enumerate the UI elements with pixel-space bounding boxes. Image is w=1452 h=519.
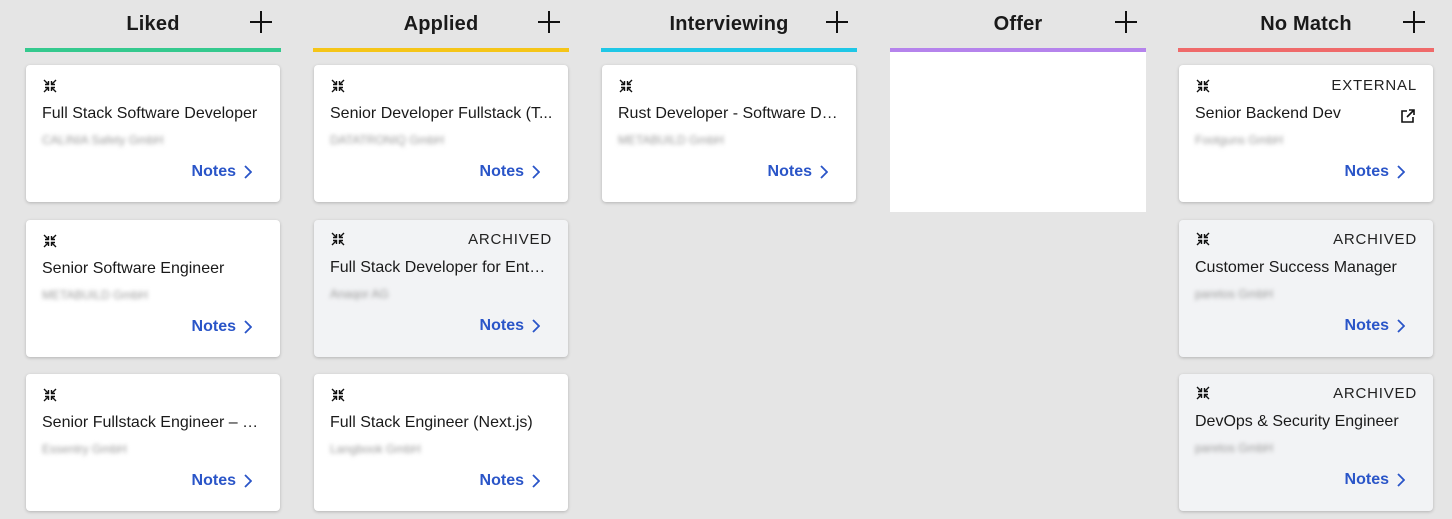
notes-label: Notes bbox=[479, 163, 524, 180]
notes-label: Notes bbox=[767, 163, 812, 180]
empty-drop-zone[interactable] bbox=[890, 52, 1146, 212]
add-card-plus-icon[interactable] bbox=[537, 10, 561, 34]
collapse-arrows-icon[interactable] bbox=[42, 387, 58, 403]
add-card-plus-icon[interactable] bbox=[825, 10, 849, 34]
column-title: Offer bbox=[993, 13, 1043, 35]
company-name: CALINIA Safety GmbH bbox=[42, 133, 164, 147]
column-title: Applied bbox=[403, 13, 479, 35]
add-card-plus-icon[interactable] bbox=[249, 10, 273, 34]
chevron-right-icon bbox=[1397, 473, 1405, 487]
notes-button[interactable]: Notes bbox=[192, 163, 252, 181]
column-offer: Offer bbox=[890, 0, 1146, 519]
job-title: Full Stack Developer for Enter... bbox=[330, 259, 554, 276]
chevron-right-icon bbox=[244, 320, 252, 334]
job-card[interactable]: Full Stack Software Developer CALINIA Sa… bbox=[26, 65, 280, 202]
job-card[interactable]: Senior Fullstack Engineer – N... Essentr… bbox=[26, 374, 280, 511]
collapse-arrows-icon[interactable] bbox=[1195, 385, 1211, 401]
status-tag: ARCHIVED bbox=[1333, 231, 1417, 248]
collapse-arrows-icon[interactable] bbox=[42, 233, 58, 249]
job-card-external[interactable]: EXTERNAL Senior Backend Dev Footguns Gmb… bbox=[1179, 65, 1433, 202]
notes-button[interactable]: Notes bbox=[480, 163, 540, 181]
column-header: No Match bbox=[1178, 0, 1434, 52]
add-card-plus-icon[interactable] bbox=[1114, 10, 1138, 34]
chevron-right-icon bbox=[244, 165, 252, 179]
notes-button[interactable]: Notes bbox=[480, 317, 540, 335]
company-name: Langbook GmbH bbox=[330, 442, 421, 456]
notes-button[interactable]: Notes bbox=[768, 163, 828, 181]
job-title: Senior Backend Dev bbox=[1195, 105, 1341, 122]
column-title: No Match bbox=[1260, 13, 1352, 35]
job-title: Rust Developer - Software De... bbox=[618, 105, 842, 122]
collapse-arrows-icon[interactable] bbox=[618, 78, 634, 94]
collapse-arrows-icon[interactable] bbox=[42, 78, 58, 94]
notes-label: Notes bbox=[1344, 471, 1389, 488]
company-name: paretos GmbH bbox=[1195, 441, 1274, 455]
job-card[interactable]: Rust Developer - Software De... METABUIL… bbox=[602, 65, 856, 202]
job-card[interactable]: Full Stack Engineer (Next.js) Langbook G… bbox=[314, 374, 568, 511]
notes-label: Notes bbox=[191, 163, 236, 180]
company-name: Footguns GmbH bbox=[1195, 133, 1284, 147]
collapse-arrows-icon[interactable] bbox=[1195, 231, 1211, 247]
status-tag: ARCHIVED bbox=[1333, 385, 1417, 402]
company-name: Essentry GmbH bbox=[42, 442, 127, 456]
company-name: paretos GmbH bbox=[1195, 287, 1274, 301]
chevron-right-icon bbox=[820, 165, 828, 179]
chevron-right-icon bbox=[532, 319, 540, 333]
chevron-right-icon bbox=[532, 474, 540, 488]
job-title: Senior Developer Fullstack (T... bbox=[330, 105, 553, 122]
status-tag: EXTERNAL bbox=[1331, 77, 1417, 94]
job-card[interactable]: Senior Developer Fullstack (T... DATATRO… bbox=[314, 65, 568, 202]
job-title: Senior Fullstack Engineer – N... bbox=[42, 414, 266, 431]
column-title: Interviewing bbox=[669, 13, 789, 35]
notes-button[interactable]: Notes bbox=[192, 472, 252, 490]
column-no-match: No Match EXTERNAL Senior Backend Dev Foo… bbox=[1178, 0, 1434, 519]
column-interviewing: Interviewing Rust Developer - Software D… bbox=[601, 0, 857, 519]
notes-button[interactable]: Notes bbox=[1345, 471, 1405, 489]
column-header: Liked bbox=[25, 0, 281, 52]
column-header: Applied bbox=[313, 0, 569, 52]
kanban-board: Liked Full Stack Software Developer CALI… bbox=[0, 0, 1452, 519]
job-card[interactable]: Senior Software Engineer METABUILD GmbH … bbox=[26, 220, 280, 357]
chevron-right-icon bbox=[1397, 165, 1405, 179]
company-name: DATATRONIQ GmbH bbox=[330, 133, 444, 147]
notes-label: Notes bbox=[191, 318, 236, 335]
external-link-icon[interactable] bbox=[1399, 107, 1417, 125]
collapse-arrows-icon[interactable] bbox=[330, 78, 346, 94]
job-card-archived[interactable]: ARCHIVED Customer Success Manager pareto… bbox=[1179, 220, 1433, 357]
chevron-right-icon bbox=[1397, 319, 1405, 333]
status-tag: ARCHIVED bbox=[468, 231, 552, 248]
notes-button[interactable]: Notes bbox=[1345, 317, 1405, 335]
add-card-plus-icon[interactable] bbox=[1402, 10, 1426, 34]
collapse-arrows-icon[interactable] bbox=[330, 387, 346, 403]
notes-button[interactable]: Notes bbox=[480, 472, 540, 490]
chevron-right-icon bbox=[244, 474, 252, 488]
job-card-archived[interactable]: ARCHIVED DevOps & Security Engineer pare… bbox=[1179, 374, 1433, 511]
column-header: Interviewing bbox=[601, 0, 857, 52]
notes-label: Notes bbox=[1344, 163, 1389, 180]
column-liked: Liked Full Stack Software Developer CALI… bbox=[25, 0, 281, 519]
company-name: METABUILD GmbH bbox=[42, 288, 148, 302]
notes-label: Notes bbox=[1344, 317, 1389, 334]
notes-label: Notes bbox=[191, 472, 236, 489]
job-title: Senior Software Engineer bbox=[42, 260, 225, 277]
notes-button[interactable]: Notes bbox=[192, 318, 252, 336]
collapse-arrows-icon[interactable] bbox=[1195, 78, 1211, 94]
notes-button[interactable]: Notes bbox=[1345, 163, 1405, 181]
chevron-right-icon bbox=[532, 165, 540, 179]
column-applied: Applied Senior Developer Fullstack (T...… bbox=[313, 0, 569, 519]
collapse-arrows-icon[interactable] bbox=[330, 231, 346, 247]
notes-label: Notes bbox=[479, 472, 524, 489]
column-title: Liked bbox=[126, 13, 180, 35]
job-title: Full Stack Engineer (Next.js) bbox=[330, 414, 533, 431]
job-title: Customer Success Manager bbox=[1195, 259, 1397, 276]
company-name: METABUILD GmbH bbox=[618, 133, 724, 147]
job-card-archived[interactable]: ARCHIVED Full Stack Developer for Enter.… bbox=[314, 220, 568, 357]
job-title: Full Stack Software Developer bbox=[42, 105, 258, 122]
job-title: DevOps & Security Engineer bbox=[1195, 413, 1399, 430]
notes-label: Notes bbox=[479, 317, 524, 334]
column-header: Offer bbox=[890, 0, 1146, 52]
company-name: Anaqor AG bbox=[330, 287, 389, 301]
